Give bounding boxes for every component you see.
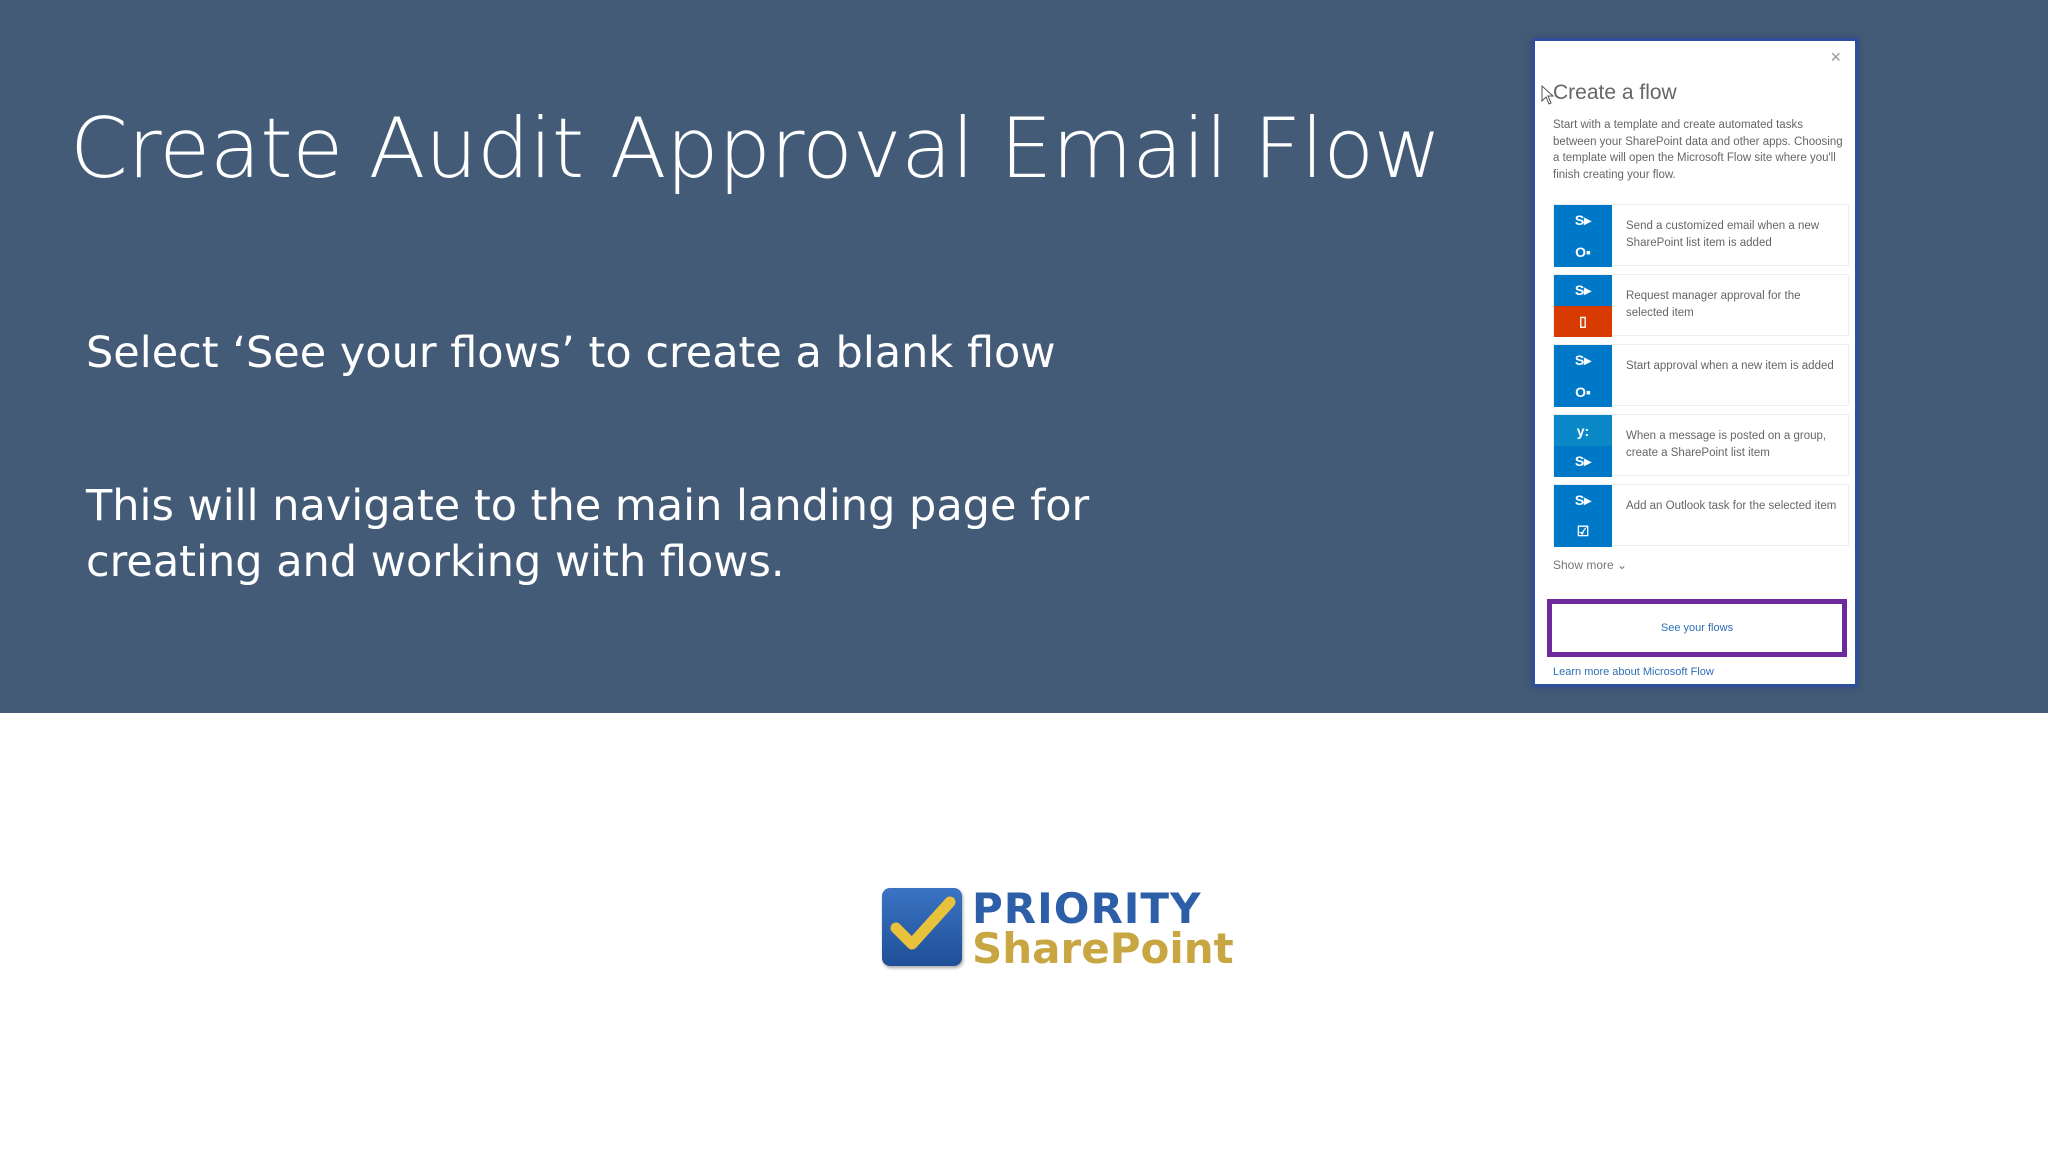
sharepoint-icon: S▸ (1554, 345, 1612, 376)
outlook-icon: O▪ (1554, 236, 1612, 267)
template-item-start-approval[interactable]: S▸ O▪ Start approval when a new item is … (1553, 344, 1849, 407)
sharepoint-icon: S▸ (1554, 485, 1612, 516)
show-more-label: Show more (1553, 558, 1614, 572)
panel-description: Start with a template and create automat… (1553, 119, 1843, 181)
template-list: S▸ O▪ Send a customized email when a new… (1553, 204, 1849, 554)
show-more-link[interactable]: Show more ⌄ (1553, 558, 1627, 572)
template-label: Start approval when a new item is added (1626, 360, 1834, 372)
outlook-icon: O▪ (1554, 376, 1612, 407)
panel-title: Create a flow (1553, 81, 1677, 104)
create-flow-panel: × Create a flow Start with a template an… (1532, 38, 1858, 687)
office-icon: ▯ (1554, 306, 1612, 337)
logo-text-sharepoint: SharePoint (972, 924, 1234, 973)
checkbox-icon: ☑ (1554, 516, 1612, 547)
see-your-flows-button[interactable]: See your flows (1547, 599, 1847, 657)
bullet-navigate-landing: This will navigate to the main landing p… (86, 481, 1090, 587)
see-your-flows-label: See your flows (1660, 622, 1734, 634)
bullet-see-your-flows: Select ‘See your flows’ to create a blan… (86, 328, 1056, 378)
checkmark-icon (882, 888, 962, 966)
template-label: When a message is posted on a group, cre… (1626, 430, 1827, 459)
sharepoint-icon: S▸ (1554, 446, 1612, 477)
title-banner: Create Audit Approval Email Flow Select … (0, 0, 2048, 713)
slide: Create Audit Approval Email Flow Select … (0, 0, 2048, 1152)
template-label: Send a customized email when a new Share… (1626, 220, 1820, 249)
template-label: Request manager approval for the selecte… (1626, 290, 1801, 319)
yammer-icon: y: (1554, 415, 1612, 446)
learn-more-link[interactable]: Learn more about Microsoft Flow (1553, 666, 1714, 678)
template-item-outlook-task[interactable]: S▸ ☑ Add an Outlook task for the selecte… (1553, 484, 1849, 547)
template-item-yammer-message[interactable]: y: S▸ When a message is posted on a grou… (1553, 414, 1849, 477)
sharepoint-icon: S▸ (1554, 275, 1612, 306)
chevron-down-icon: ⌄ (1617, 558, 1628, 572)
template-item-manager-approval[interactable]: S▸ ▯ Request manager approval for the se… (1553, 274, 1849, 337)
slide-title: Create Audit Approval Email Flow (70, 100, 1442, 197)
template-item-send-email[interactable]: S▸ O▪ Send a customized email when a new… (1553, 204, 1849, 267)
priority-sharepoint-logo: PRIORITY SharePoint (882, 884, 1234, 973)
template-label: Add an Outlook task for the selected ite… (1626, 500, 1837, 512)
close-icon[interactable]: × (1830, 47, 1841, 68)
sharepoint-icon: S▸ (1554, 205, 1612, 236)
